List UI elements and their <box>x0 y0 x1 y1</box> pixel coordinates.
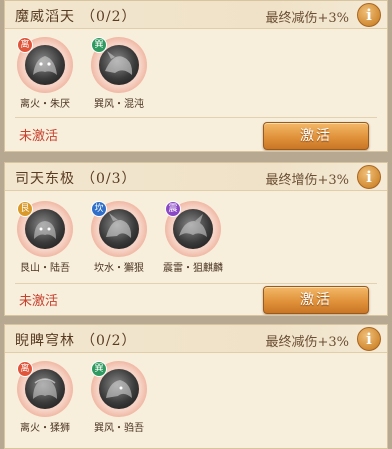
creature-slot[interactable]: 离 离火・朱厌 <box>15 37 75 110</box>
beast-icon <box>99 45 139 85</box>
creature-portrait: 巽 <box>91 37 147 93</box>
creature-name: 坎水・獬狠 <box>94 263 144 274</box>
combo-card-3: 睨睥穹林 （0/2） 最终减伤+3% i 离 离火・猱狮 巽 巽风・驺吾 <box>4 324 388 449</box>
combo-count: （0/2） <box>81 9 137 25</box>
combo-card-1: 魔威滔天 （0/2） 最终减伤+3% i 离 离火・朱厌 巽 巽风・混沌 未激活 … <box>4 0 388 152</box>
mountain-element-icon: 艮 <box>17 201 33 217</box>
combo-bonus: 最终增伤+3% <box>265 173 349 188</box>
card-header: 司天东极 （0/3） 最终增伤+3% i <box>5 163 387 191</box>
card-title: 魔威滔天 （0/2） <box>15 6 137 26</box>
combo-bonus: 最终减伤+3% <box>265 11 349 26</box>
creature-name: 离火・朱厌 <box>20 99 70 110</box>
card-title: 睨睥穹林 （0/2） <box>15 330 137 350</box>
card-title: 司天东极 （0/3） <box>15 168 137 188</box>
info-icon[interactable]: i <box>357 3 381 27</box>
combo-name: 司天东极 <box>15 171 75 187</box>
combo-count: （0/3） <box>81 171 137 187</box>
activate-button[interactable]: 激活 <box>263 286 369 314</box>
creature-portrait: 坎 <box>91 201 147 257</box>
combo-card-2: 司天东极 （0/3） 最终增伤+3% i 艮 艮山・陆吾 坎 坎水・獬狠 震 震… <box>4 162 388 316</box>
beast-icon <box>25 209 65 249</box>
creature-name: 离火・猱狮 <box>20 423 70 434</box>
combo-bonus: 最终减伤+3% <box>265 335 349 350</box>
creature-slot[interactable]: 坎 坎水・獬狠 <box>89 201 149 274</box>
beast-icon <box>173 209 213 249</box>
card-header: 睨睥穹林 （0/2） 最终减伤+3% i <box>5 325 387 353</box>
creature-slot[interactable]: 艮 艮山・陆吾 <box>15 201 75 274</box>
info-icon[interactable]: i <box>357 165 381 189</box>
creature-name: 巽风・混沌 <box>94 99 144 110</box>
activate-button[interactable]: 激活 <box>263 122 369 150</box>
wind-element-icon: 巽 <box>91 37 107 53</box>
creature-name: 艮山・陆吾 <box>20 263 70 274</box>
beast-icon <box>99 209 139 249</box>
divider <box>15 117 377 118</box>
creature-name: 巽风・驺吾 <box>94 423 144 434</box>
thunder-element-icon: 震 <box>165 201 181 217</box>
fire-element-icon: 离 <box>17 37 33 53</box>
divider <box>15 283 377 284</box>
wind-element-icon: 巽 <box>91 361 107 377</box>
creature-portrait: 离 <box>17 37 73 93</box>
combo-count: （0/2） <box>81 333 137 349</box>
beast-icon <box>99 369 139 409</box>
creature-portrait: 震 <box>165 201 221 257</box>
fire-element-icon: 离 <box>17 361 33 377</box>
creature-slot[interactable]: 巽 巽风・驺吾 <box>89 361 149 434</box>
beast-icon <box>25 45 65 85</box>
water-element-icon: 坎 <box>91 201 107 217</box>
activation-status: 未激活 <box>19 129 59 144</box>
info-icon[interactable]: i <box>357 327 381 351</box>
combo-name: 睨睥穹林 <box>15 333 75 349</box>
creature-portrait: 离 <box>17 361 73 417</box>
card-header: 魔威滔天 （0/2） 最终减伤+3% i <box>5 1 387 29</box>
creature-slot[interactable]: 巽 巽风・混沌 <box>89 37 149 110</box>
creature-slot[interactable]: 震 震雷・狙麒麟 <box>163 201 223 274</box>
creature-portrait: 巽 <box>91 361 147 417</box>
creature-slot[interactable]: 离 离火・猱狮 <box>15 361 75 434</box>
creature-portrait: 艮 <box>17 201 73 257</box>
activation-status: 未激活 <box>19 294 59 309</box>
combo-name: 魔威滔天 <box>15 9 75 25</box>
creature-name: 震雷・狙麒麟 <box>163 263 223 274</box>
beast-icon <box>25 369 65 409</box>
